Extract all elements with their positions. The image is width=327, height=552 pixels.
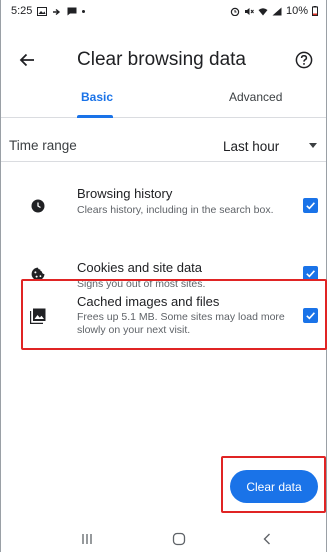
home-button[interactable]: [168, 528, 190, 550]
mute-icon: [244, 7, 254, 15]
message-notification-icon: [67, 7, 77, 15]
recent-apps-button[interactable]: [76, 528, 98, 550]
help-icon: [295, 51, 313, 69]
clear-data-button[interactable]: Clear data: [230, 470, 318, 503]
chevron-left-icon: [263, 533, 270, 545]
selected-tab-indicator: [77, 115, 113, 118]
time-range-value: Last hour: [223, 138, 280, 154]
tab-basic[interactable]: Basic: [81, 90, 113, 104]
recent-apps-icon: [82, 534, 92, 544]
browsing-history-checkbox[interactable]: [303, 198, 318, 213]
option-browsing-history[interactable]: Browsing history Clears history, includi…: [1, 180, 326, 230]
battery-icon: [312, 6, 318, 16]
more-notifications-dot: [82, 9, 86, 13]
time-range-row: Time range Last hour: [1, 128, 326, 162]
dropdown-arrow-icon: [309, 143, 317, 148]
status-left: 5:25: [11, 5, 86, 17]
home-icon: [172, 532, 186, 546]
cached-images-highlight-box: [21, 279, 327, 350]
option-title: Cookies and site data: [77, 260, 203, 275]
option-description: Clears history, including in the search …: [77, 204, 274, 216]
signal-icon: [272, 7, 282, 15]
alarm-icon: [230, 7, 240, 16]
tab-bar: Basic Advanced: [1, 84, 326, 118]
clock-icon: [30, 198, 46, 214]
status-right: 10%: [230, 5, 318, 17]
wifi-icon: [258, 7, 268, 15]
checkmark-icon: [306, 270, 315, 278]
page-title: Clear browsing data: [77, 49, 246, 70]
help-button[interactable]: [292, 48, 316, 72]
phone-frame: 5:25 10% Clear browsing data Basic Advan…: [0, 0, 327, 552]
time-range-select[interactable]: Last hour: [223, 134, 323, 158]
option-title: Browsing history: [77, 186, 173, 201]
status-bar: 5:25 10%: [1, 0, 326, 22]
checkmark-icon: [306, 202, 315, 210]
toolbar: Clear browsing data: [1, 40, 326, 80]
battery-percent: 10%: [285, 5, 308, 17]
share-notification-icon: [53, 8, 61, 15]
arrow-back-icon: [19, 53, 34, 67]
system-back-button[interactable]: [256, 528, 278, 550]
gallery-notification-icon: [37, 6, 48, 16]
android-nav-bar: [1, 524, 326, 552]
status-time: 5:25: [11, 5, 33, 17]
time-range-label: Time range: [9, 138, 77, 153]
tab-advanced[interactable]: Advanced: [229, 90, 282, 104]
back-button[interactable]: [15, 48, 39, 72]
